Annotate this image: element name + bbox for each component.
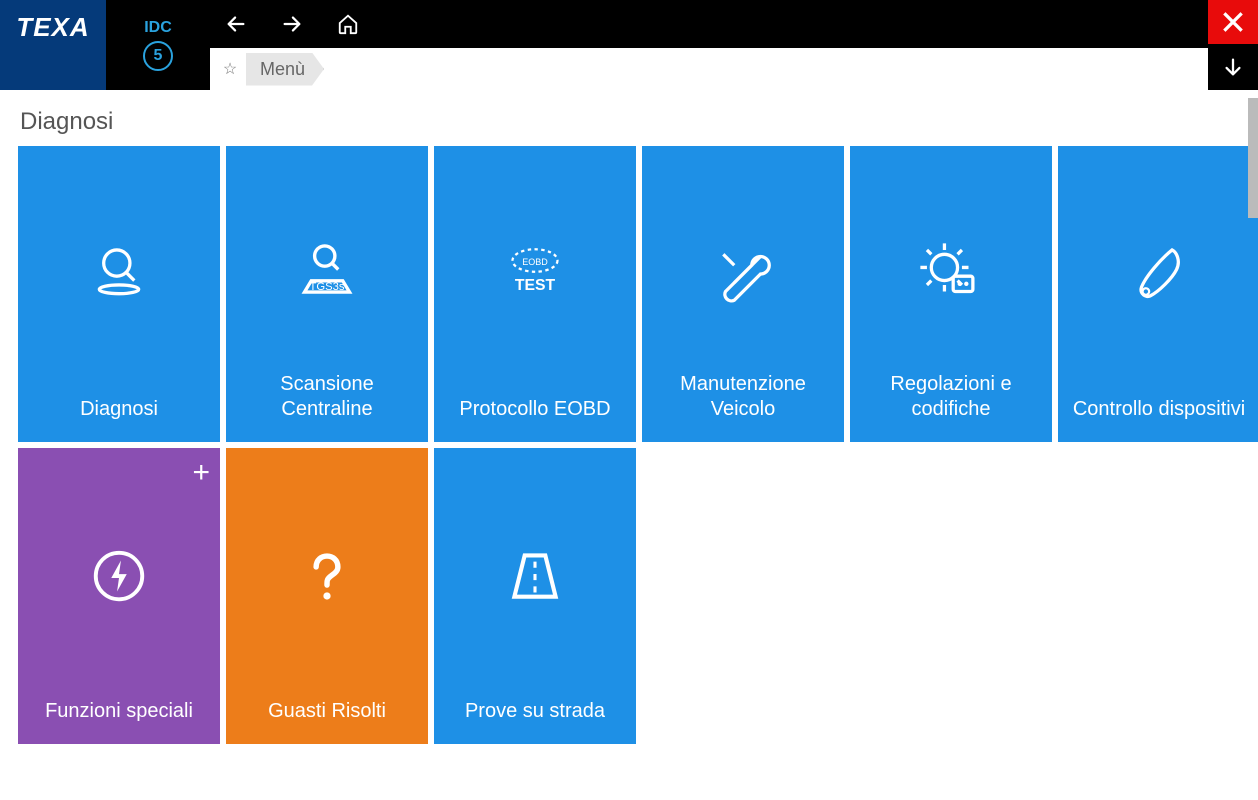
bolt-icon — [83, 540, 155, 612]
forward-button[interactable] — [276, 8, 308, 40]
arrow-right-icon — [281, 13, 303, 35]
tile-funzioni-speciali[interactable]: + Funzioni speciali — [18, 448, 220, 744]
tile-controllo-dispositivi[interactable]: Controllo dispositivi — [1058, 146, 1258, 442]
tile-label: Guasti Risolti — [232, 699, 422, 724]
brand-logo-text: TEXA — [16, 12, 89, 43]
close-button[interactable] — [1208, 0, 1258, 44]
home-button[interactable] — [332, 8, 364, 40]
tile-label: Controllo dispositivi — [1064, 397, 1254, 422]
app-name: IDC — [144, 19, 172, 37]
tile-label: Protocollo EOBD — [440, 397, 630, 422]
settings-cog-icon — [915, 238, 987, 310]
tile-label: Manutenzione Veicolo — [648, 372, 838, 422]
breadcrumb-item[interactable]: Menù — [246, 53, 324, 86]
title-bar: TEXA IDC 5 ☆ Menù — [0, 0, 1258, 90]
expand-down-button[interactable] — [1208, 44, 1258, 90]
arrow-left-icon — [225, 13, 247, 35]
tile-label: Prove su strada — [440, 699, 630, 724]
maintenance-icon — [707, 238, 779, 310]
back-button[interactable] — [220, 8, 252, 40]
question-icon — [291, 540, 363, 612]
nav-buttons-row — [210, 0, 1258, 48]
tile-label: Funzioni speciali — [24, 699, 214, 724]
favorite-icon[interactable]: ☆ — [218, 59, 242, 79]
tile-regolazioni-codifiche[interactable]: Regolazioni e codifiche — [850, 146, 1052, 442]
app-version-badge: 5 — [143, 41, 173, 71]
device-check-icon — [1123, 238, 1195, 310]
plus-icon: + — [192, 456, 210, 490]
ecu-scan-icon: TGS3s — [291, 238, 363, 310]
tile-scansione-centraline[interactable]: TGS3s Scansione Centraline — [226, 146, 428, 442]
home-icon — [337, 13, 359, 35]
close-icon — [1220, 9, 1246, 35]
page-title: Diagnosi — [0, 90, 1258, 146]
svg-text:TGS3s: TGS3s — [309, 281, 344, 293]
road-test-icon — [499, 540, 571, 612]
tile-prove-su-strada[interactable]: Prove su strada — [434, 448, 636, 744]
tile-diagnosi[interactable]: Diagnosi — [18, 146, 220, 442]
tile-label: Diagnosi — [24, 397, 214, 422]
tile-guasti-risolti[interactable]: Guasti Risolti — [226, 448, 428, 744]
arrow-down-icon — [1222, 56, 1244, 78]
tile-protocollo-eobd[interactable]: EOBD TEST Protocollo EOBD — [434, 146, 636, 442]
app-id-block: IDC 5 — [106, 0, 210, 90]
svg-text:EOBD: EOBD — [522, 257, 548, 267]
brand-logo: TEXA — [0, 0, 106, 90]
diagnosis-icon — [83, 238, 155, 310]
tile-label: Scansione Centraline — [232, 372, 422, 422]
scrollbar[interactable] — [1248, 98, 1258, 218]
breadcrumb-bar: ☆ Menù — [210, 48, 1208, 90]
svg-text:TEST: TEST — [515, 277, 556, 294]
tile-manutenzione-veicolo[interactable]: Manutenzione Veicolo — [642, 146, 844, 442]
tile-grid: Diagnosi TGS3s Scansione Centraline EOBD… — [0, 146, 1258, 744]
tile-label: Regolazioni e codifiche — [856, 372, 1046, 422]
nav-area: ☆ Menù — [210, 0, 1258, 90]
eobd-test-icon: EOBD TEST — [499, 238, 571, 310]
